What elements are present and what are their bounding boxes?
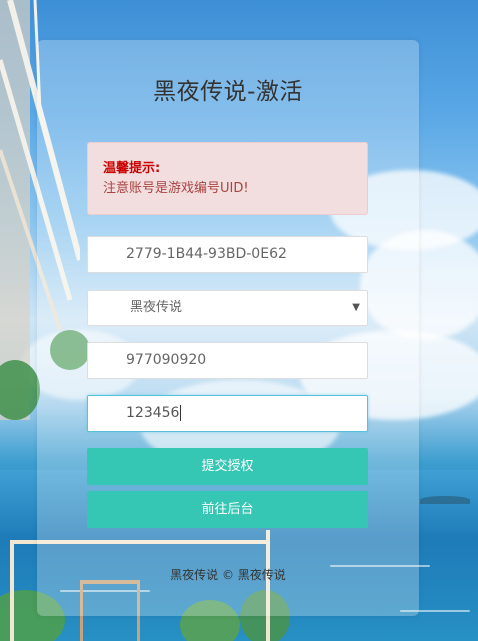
chevron-down-icon: ▼ — [352, 302, 360, 313]
alert-message: 注意账号是游戏编号UID! — [103, 181, 249, 196]
activation-card — [37, 40, 419, 616]
go-to-backend-button[interactable]: 前往后台 — [87, 491, 368, 528]
alert-title: 温馨提示: — [103, 161, 161, 176]
alert-box: 温馨提示: 注意账号是游戏编号UID! — [87, 142, 368, 215]
page-title: 黑夜传说-激活 — [153, 79, 303, 105]
account-input-value: 977090920 — [126, 352, 207, 368]
island — [420, 496, 470, 504]
game-select-value: 黑夜传说 — [130, 300, 183, 315]
password-input[interactable]: 123456 — [87, 395, 368, 432]
submit-authorization-button[interactable]: 提交授权 — [87, 448, 368, 485]
uid-input-value: 2779-1B44-93BD-0E62 — [126, 246, 287, 262]
password-input-value: 123456 — [126, 405, 180, 421]
text-caret — [180, 405, 182, 421]
game-select[interactable]: 黑夜传说 ▼ — [87, 290, 368, 326]
account-input[interactable]: 977090920 — [87, 342, 368, 379]
uid-input[interactable]: 2779-1B44-93BD-0E62 — [87, 236, 368, 273]
railing-post — [10, 540, 14, 641]
footer-copyright: 黑夜传说 © 黑夜传说 — [170, 568, 286, 582]
